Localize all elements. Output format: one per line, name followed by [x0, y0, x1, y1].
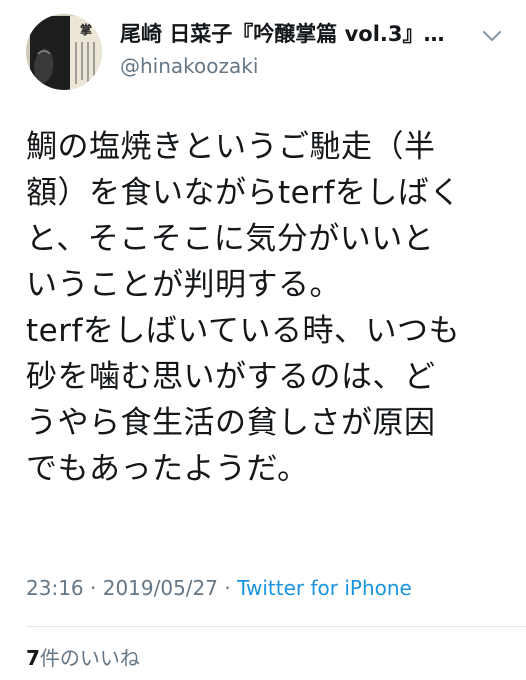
- avatar[interactable]: 掌: [26, 14, 102, 90]
- display-name[interactable]: 尾崎 日菜子『吟醸掌篇 vol.3』…: [120, 20, 460, 48]
- tweet-text-line: 砂を噛む思いがするのは、ど: [26, 359, 436, 395]
- meta-separator: ·: [90, 576, 103, 600]
- divider: [26, 626, 526, 627]
- tweet-text-line: でもあったようだ。: [26, 451, 309, 487]
- chevron-down-icon: [483, 31, 501, 41]
- tweet-text-line: いうことが判明する。: [26, 267, 341, 303]
- tweet-date[interactable]: 2019/05/27: [103, 576, 218, 600]
- tweet-detail: 掌 尾崎 日菜子『吟醸掌篇 vol.3』… @hinakoozaki 鯛の塩焼き…: [0, 0, 526, 680]
- likes-count: 7: [26, 646, 40, 670]
- user-info[interactable]: 尾崎 日菜子『吟醸掌篇 vol.3』… @hinakoozaki: [120, 20, 460, 80]
- tweet-text: 鯛の塩焼きというご馳走（半 額）を食いながらterfをしばく と、そこそこに気分…: [26, 124, 504, 492]
- tweet-text-line: 額）を食いながらterfをしばく: [26, 175, 461, 211]
- tweet-source-link[interactable]: Twitter for iPhone: [237, 576, 412, 600]
- meta-separator: ·: [224, 576, 238, 600]
- tweet-text-line: うやら食生活の貧しさが原因: [26, 405, 436, 441]
- tweet-text-line: と、そこそこに気分がいいと: [26, 221, 435, 257]
- tweet-metadata: 23:16 · 2019/05/27 · Twitter for iPhone: [26, 574, 412, 602]
- tweet-time[interactable]: 23:16: [26, 576, 84, 600]
- user-handle[interactable]: @hinakoozaki: [120, 52, 460, 80]
- likes-stat[interactable]: 7件のいいね: [26, 644, 140, 672]
- tweet-text-line: 鯛の塩焼きというご馳走（半: [26, 129, 436, 165]
- book-cover-avatar-icon: 掌: [26, 14, 102, 90]
- avatar-title-glyph: 掌: [80, 22, 92, 37]
- likes-label: 件のいいね: [39, 646, 140, 670]
- tweet-text-line: terfをしばいている時、いつも: [26, 313, 460, 349]
- more-menu-button[interactable]: [480, 28, 504, 44]
